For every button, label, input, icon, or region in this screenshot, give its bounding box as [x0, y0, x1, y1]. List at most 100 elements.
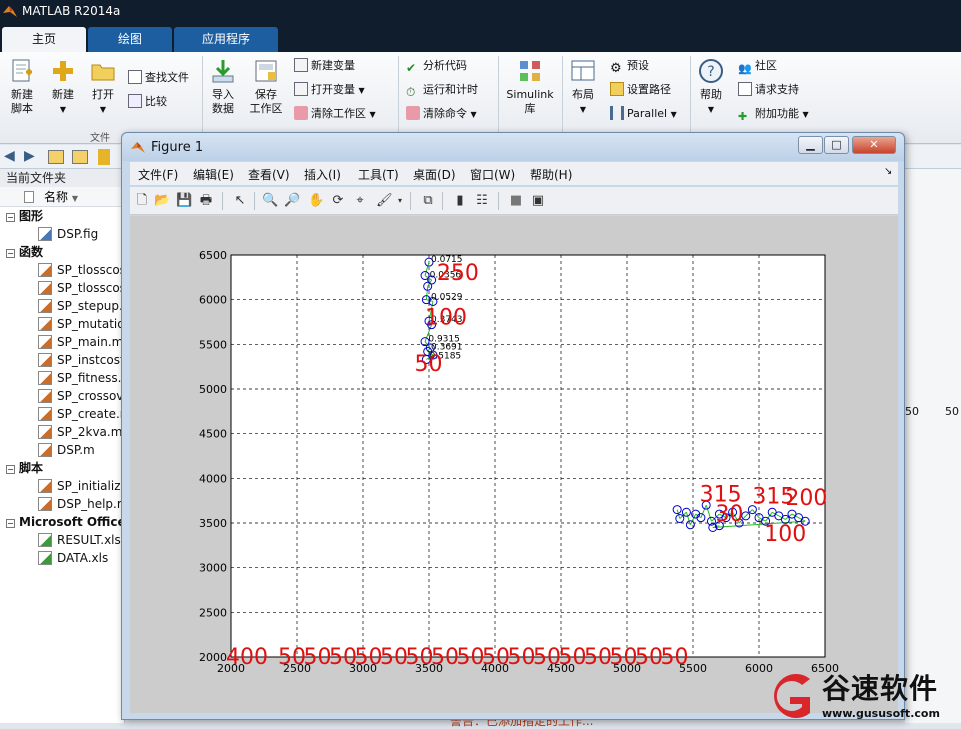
link-plot-icon[interactable]: ⧉: [420, 193, 436, 209]
tab-home[interactable]: 主页: [2, 27, 86, 52]
rotate-3d-icon[interactable]: ⟳: [330, 193, 346, 209]
file-item[interactable]: DATA.xls: [0, 549, 124, 567]
open-file-icon[interactable]: 📂: [154, 193, 170, 209]
file-item[interactable]: SP_2kva.m: [0, 423, 124, 441]
menu-desktop[interactable]: 桌面(D): [413, 166, 456, 183]
file-item[interactable]: DSP_help.m: [0, 495, 124, 513]
request-support-button[interactable]: 请求支持: [738, 80, 799, 100]
analyze-code-button[interactable]: ✔ 分析代码: [406, 56, 467, 76]
file-icon: [38, 551, 52, 565]
preferences-button[interactable]: ⚙ 预设: [610, 56, 649, 76]
file-item[interactable]: SP_initialize: [0, 477, 124, 495]
menu-window[interactable]: 窗口(W): [470, 166, 515, 183]
compare-button[interactable]: 比较: [128, 92, 167, 112]
file-item[interactable]: SP_create.r: [0, 405, 124, 423]
bottom-node-label: 50: [508, 645, 536, 670]
pan-hand-icon[interactable]: ✋: [308, 193, 324, 209]
parallel-button[interactable]: Parallel ▼: [610, 104, 677, 124]
file-item[interactable]: SP_instcost: [0, 351, 124, 369]
collapse-icon[interactable]: −: [6, 249, 15, 258]
tab-plots[interactable]: 绘图: [88, 27, 172, 52]
file-icon: [38, 299, 52, 313]
menu-insert[interactable]: 插入(I): [304, 166, 341, 183]
file-icon: [38, 479, 52, 493]
bottom-node-label: 50: [635, 645, 663, 670]
bottom-node-label: 400: [226, 645, 268, 670]
tab-apps[interactable]: 应用程序: [174, 27, 278, 52]
folder-section[interactable]: − 脚本: [0, 459, 124, 477]
up-folder-icon[interactable]: [48, 150, 64, 164]
collapse-icon[interactable]: −: [6, 213, 15, 222]
toolbar-divider: [442, 192, 443, 210]
minimize-button[interactable]: ▁: [798, 136, 823, 154]
file-name: DSP.m: [57, 443, 95, 457]
layout-button[interactable]: 布局 ▼: [568, 58, 598, 117]
new-figure-icon[interactable]: 🗋: [134, 193, 150, 209]
open-button[interactable]: 打开 ▼: [88, 58, 118, 117]
chevron-down-icon[interactable]: ▾: [392, 193, 408, 209]
clear-workspace-button[interactable]: 清除工作区 ▼: [294, 104, 376, 124]
file-item[interactable]: SP_mutatio: [0, 315, 124, 333]
file-item[interactable]: SP_tlosscos: [0, 261, 124, 279]
toolbar-divider: [222, 192, 223, 210]
maximize-button[interactable]: □: [824, 136, 849, 154]
import-data-button[interactable]: 导入 数据: [208, 58, 238, 116]
find-files-button[interactable]: 查找文件: [128, 68, 189, 88]
show-plot-tools-icon[interactable]: ▣: [530, 193, 546, 209]
collapse-icon[interactable]: −: [6, 465, 15, 474]
file-item[interactable]: RESULT.xls: [0, 531, 124, 549]
back-icon[interactable]: ◀: [4, 148, 15, 164]
figure-titlebar[interactable]: Figure 1 ▁ □ ✕: [122, 133, 904, 161]
colorbar-icon[interactable]: ▮: [452, 193, 468, 209]
new-variable-button[interactable]: 新建变量: [294, 56, 355, 76]
folder-section[interactable]: − 函数: [0, 243, 124, 261]
file-item[interactable]: SP_fitness.r: [0, 369, 124, 387]
clear-commands-button[interactable]: 清除命令 ▼: [406, 104, 477, 124]
close-button[interactable]: ✕: [852, 136, 896, 154]
brush-icon[interactable]: 🖌: [376, 193, 393, 209]
folder-path-icon[interactable]: [98, 149, 110, 165]
forward-icon[interactable]: ▶: [24, 148, 35, 164]
save-icon[interactable]: 💾: [176, 193, 192, 209]
menu-tools[interactable]: 工具(T): [358, 166, 399, 183]
file-name: DATA.xls: [57, 551, 109, 565]
new-button[interactable]: 新建 ▼: [48, 58, 78, 117]
file-item[interactable]: SP_crossov: [0, 387, 124, 405]
file-item[interactable]: DSP.fig: [0, 225, 124, 243]
name-column-header[interactable]: 名称 ▼: [0, 187, 124, 207]
file-item[interactable]: SP_main.m: [0, 333, 124, 351]
zoom-in-icon[interactable]: 🔍: [262, 193, 278, 209]
menu-help[interactable]: 帮助(H): [530, 166, 572, 183]
folder-section-label: 函数: [19, 245, 44, 259]
folder-section[interactable]: − 图形: [0, 207, 124, 225]
help-button[interactable]: ? 帮助 ▼: [696, 58, 726, 117]
save-workspace-button[interactable]: 保存 工作区: [248, 58, 284, 116]
menu-view[interactable]: 查看(V): [248, 166, 290, 183]
file-item[interactable]: DSP.m: [0, 441, 124, 459]
y-tick-label: 5500: [199, 338, 227, 351]
file-item[interactable]: SP_tlosscos: [0, 279, 124, 297]
community-button[interactable]: 👥 社区: [738, 56, 777, 76]
add-ons-button[interactable]: ✚ 附加功能 ▼: [738, 104, 809, 124]
folder-section[interactable]: − Microsoft Office: [0, 513, 126, 531]
hide-plot-tools-icon[interactable]: ■: [508, 193, 524, 209]
zoom-out-icon[interactable]: 🔎: [284, 193, 300, 209]
data-cursor-icon[interactable]: ⌖: [352, 193, 368, 209]
browse-folder-icon[interactable]: [72, 150, 88, 164]
menu-edit[interactable]: 编辑(E): [193, 166, 234, 183]
print-icon[interactable]: 🖶: [198, 193, 214, 209]
new-script-button[interactable]: 新建 脚本: [6, 58, 38, 116]
bottom-node-label: 50: [304, 645, 332, 670]
legend-icon[interactable]: ☷: [474, 193, 490, 209]
run-and-time-button[interactable]: ⏱ 运行和计时: [406, 80, 478, 100]
dock-arrow-icon[interactable]: ↘: [884, 166, 892, 177]
open-variable-button[interactable]: 打开变量 ▼: [294, 80, 365, 100]
set-path-button[interactable]: 设置路径: [610, 80, 671, 100]
menu-file[interactable]: 文件(F): [138, 166, 178, 183]
figure-window: Figure 1 ▁ □ ✕ 文件(F) 编辑(E) 查看(V) 插入(I) 工…: [121, 132, 905, 720]
scatter-plot[interactable]: 2000 2500 3000 3500 4000 4500 5000 5500 6000 6500…: [130, 216, 898, 713]
edit-plot-arrow-icon[interactable]: ↖: [232, 193, 248, 209]
collapse-icon[interactable]: −: [6, 519, 15, 528]
simulink-library-button[interactable]: Simulink 库: [506, 58, 554, 116]
file-item[interactable]: SP_stepup.: [0, 297, 124, 315]
